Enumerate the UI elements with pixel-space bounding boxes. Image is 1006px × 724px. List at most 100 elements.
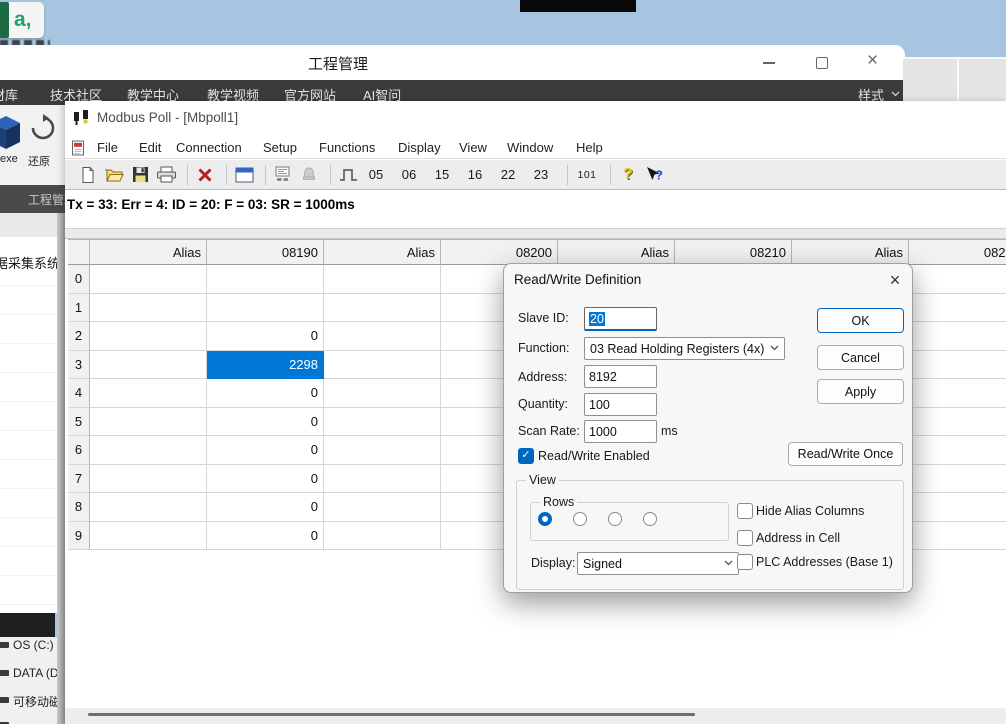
function-05-button[interactable]: 05 [363, 167, 389, 182]
grid-cell[interactable] [909, 294, 1006, 323]
pulse-icon[interactable] [337, 163, 359, 187]
grid-cell[interactable]: 2298 [207, 351, 324, 380]
context-help-icon[interactable]: ? [643, 163, 665, 187]
function-23-button[interactable]: 23 [528, 167, 554, 182]
drive-item[interactable]: DATA (D:) [0, 666, 57, 682]
cancel-button[interactable]: Cancel [817, 345, 904, 370]
setup-window-icon[interactable] [233, 163, 255, 187]
plc-addresses-base1-checkbox[interactable] [737, 554, 753, 570]
maximize-button[interactable] [815, 56, 829, 70]
drive-item[interactable] [0, 718, 57, 724]
grid-cell[interactable] [324, 322, 441, 351]
grid-cell[interactable] [90, 522, 207, 551]
grid-cell[interactable] [909, 265, 1006, 294]
grid-cell[interactable] [90, 379, 207, 408]
hide-alias-columns-checkbox[interactable] [737, 503, 753, 519]
grid-cell[interactable] [207, 294, 324, 323]
toolbar-101-button[interactable]: 101 [574, 163, 600, 187]
grid-cell[interactable] [90, 493, 207, 522]
close-icon[interactable]: × [884, 269, 906, 291]
drive-item[interactable]: OS (C:) [0, 638, 57, 654]
ok-button[interactable]: OK [817, 308, 904, 333]
grid-cell[interactable] [90, 436, 207, 465]
grid-cell[interactable]: 0 [207, 522, 324, 551]
grid-cell[interactable]: 0 [207, 322, 324, 351]
grid-cell[interactable] [207, 265, 324, 294]
rows-option-20[interactable] [569, 512, 591, 526]
menu-view[interactable]: View [459, 140, 487, 155]
disconnect-icon[interactable] [194, 163, 216, 187]
quantity-field[interactable]: 100 [584, 393, 657, 416]
grid-cell[interactable] [909, 522, 1006, 551]
rows-option-10[interactable] [534, 512, 556, 526]
radio-50[interactable] [608, 512, 622, 526]
radio-100[interactable] [643, 512, 657, 526]
grid-cell[interactable] [90, 351, 207, 380]
grid-cell[interactable]: 0 [207, 436, 324, 465]
rows-option-100[interactable] [639, 512, 661, 526]
apply-button[interactable]: Apply [817, 379, 904, 404]
function-15-button[interactable]: 15 [429, 167, 455, 182]
drive-item[interactable]: 可移动磁盘 [0, 693, 57, 709]
grid-cell[interactable] [909, 436, 1006, 465]
document-icon[interactable] [71, 140, 86, 156]
radio-20[interactable] [573, 512, 587, 526]
grid-cell[interactable] [909, 408, 1006, 437]
grid-cell[interactable]: 0 [207, 493, 324, 522]
menu-help[interactable]: Help [576, 140, 603, 155]
grid-cell[interactable] [324, 465, 441, 494]
save-icon[interactable] [129, 163, 151, 187]
function-22-button[interactable]: 22 [495, 167, 521, 182]
menu-connection[interactable]: Connection [176, 140, 242, 155]
grid-cell[interactable] [909, 465, 1006, 494]
grid-cell[interactable]: 0 [207, 379, 324, 408]
menu-functions[interactable]: Functions [319, 140, 375, 155]
grid-cell[interactable]: 0 [207, 465, 324, 494]
grid-cell[interactable] [90, 294, 207, 323]
scan-rate-field[interactable]: 1000 [584, 420, 657, 443]
address-in-cell-checkbox[interactable] [737, 530, 753, 546]
grid-cell[interactable]: 0 [207, 408, 324, 437]
close-icon[interactable]: × [867, 50, 878, 72]
exe-cube-icon[interactable] [0, 113, 22, 151]
print-icon[interactable] [155, 163, 177, 187]
bg-panel-tab[interactable]: 工程管理 [0, 185, 65, 213]
grid-cell[interactable] [324, 294, 441, 323]
grid-cell[interactable] [324, 265, 441, 294]
read-write-enabled-checkbox[interactable]: ✓ [518, 448, 534, 464]
minimize-button[interactable] [762, 56, 776, 70]
grid-cell[interactable] [324, 522, 441, 551]
grid-cell[interactable] [909, 351, 1006, 380]
menu-edit[interactable]: Edit [139, 140, 161, 155]
grid-cell[interactable] [324, 351, 441, 380]
open-file-icon[interactable] [103, 163, 125, 187]
display-select[interactable]: Signed [577, 552, 739, 575]
new-file-icon[interactable] [77, 163, 99, 187]
menu-window[interactable]: Window [507, 140, 553, 155]
grid-cell[interactable] [324, 379, 441, 408]
grid-cell[interactable] [324, 493, 441, 522]
grid-cell[interactable] [90, 408, 207, 437]
radio-10[interactable] [538, 512, 552, 526]
grid-cell[interactable] [90, 265, 207, 294]
grid-cell[interactable] [909, 379, 1006, 408]
grid-cell[interactable] [909, 322, 1006, 351]
grid-cell[interactable] [324, 436, 441, 465]
rows-option-50[interactable] [604, 512, 626, 526]
function-16-button[interactable]: 16 [462, 167, 488, 182]
grid-cell[interactable] [90, 322, 207, 351]
function-06-button[interactable]: 06 [396, 167, 422, 182]
slave-id-field[interactable]: 20 [584, 307, 657, 331]
grid-cell[interactable] [324, 408, 441, 437]
grid-cell[interactable] [90, 465, 207, 494]
bg-menu-item-1[interactable]: 材库 [0, 85, 18, 104]
function-select[interactable]: 03 Read Holding Registers (4x) [584, 337, 785, 360]
menu-file[interactable]: File [97, 140, 118, 155]
address-field[interactable]: 8192 [584, 365, 657, 388]
desktop-shortcut-icon[interactable]: a, [0, 2, 44, 38]
menu-display[interactable]: Display [398, 140, 441, 155]
communication-traffic-icon[interactable] [272, 163, 294, 187]
restore-icon[interactable] [27, 111, 59, 145]
help-icon[interactable]: ? [617, 163, 639, 187]
grid-cell[interactable] [909, 493, 1006, 522]
